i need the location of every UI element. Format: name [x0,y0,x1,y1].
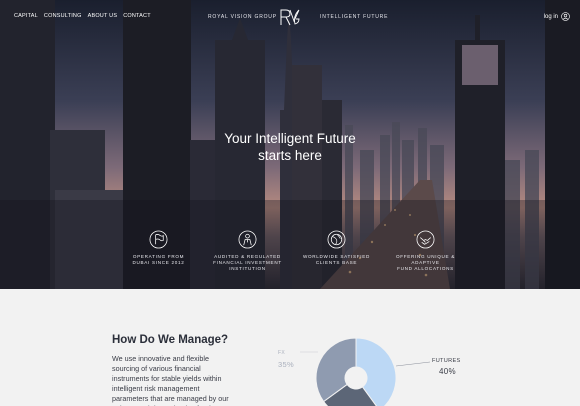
futures-leader-line [395,361,431,367]
feature-item: AUDITED & REGULATED FINANCIAL INVESTMENT I… [203,230,292,273]
brand-tagline: INTELLIGENT FUTURE [320,14,389,20]
feature-caption: AUDITED & REGULATED FINANCIAL INVESTMENT I… [213,254,282,272]
globe-icon [327,230,346,249]
nav-link-contact[interactable]: CONTACT [123,13,151,19]
main-nav: CAPITAL CONSULTING ABOUT US CONTACT [14,13,151,19]
futures-label: FUTURES [432,358,461,364]
feature-item: OPERATING FROM DUBAI SINCE 2012 [114,230,203,273]
handshake-icon [416,230,435,249]
login-link[interactable]: log in [544,12,570,21]
person-icon [238,230,257,249]
feature-item: WORLDWIDE SATISFIED CLIENTS BASE [292,230,381,273]
fx-label: FX [278,350,285,356]
feature-item: OFFERING UNIQUE & ADAPTIVE FUND ALLOCATION… [381,230,470,273]
nav-link-about-us[interactable]: ABOUT US [88,13,118,19]
allocation-donut-chart [300,337,431,406]
fx-value: 35% [278,360,294,369]
flag-icon [149,230,168,249]
futures-value: 40% [439,367,456,376]
user-icon [561,12,570,21]
nav-link-capital[interactable]: CAPITAL [14,13,38,19]
hero-title-line-1: Your Intelligent Future [224,131,356,146]
feature-caption: OFFERING UNIQUE & ADAPTIVE FUND ALLOCATION… [395,254,456,272]
feature-list: OPERATING FROM DUBAI SINCE 2012 AUDITED &… [114,230,470,273]
feature-caption: WORLDWIDE SATISFIED CLIENTS BASE [302,254,371,266]
hero-title-line-2: starts here [258,148,322,163]
feature-caption: OPERATING FROM DUBAI SINCE 2012 [132,254,185,266]
section-body: We use innovative and flexible sourcing … [112,354,229,406]
hero-banner: CAPITAL CONSULTING ABOUT US CONTACT ROYA… [0,0,580,289]
login-label: log in [543,13,558,20]
brand-name: ROYAL VISION GROUP [208,14,277,20]
hero-title: Your Intelligent Future starts here [190,130,390,164]
section-title: How Do We Manage? [112,334,229,346]
nav-link-consulting[interactable]: CONSULTING [44,13,82,19]
rvg-logo[interactable] [278,7,302,27]
